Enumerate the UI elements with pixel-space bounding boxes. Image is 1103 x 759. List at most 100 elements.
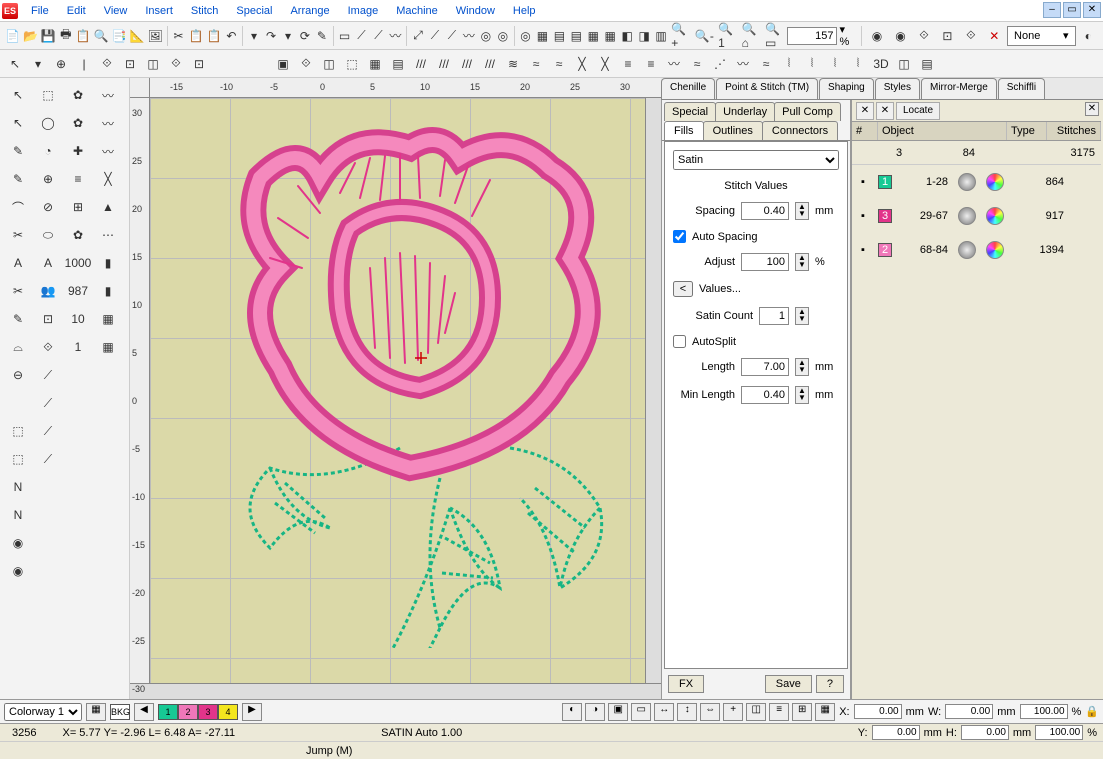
cb-tool-3[interactable]: ▭ <box>631 703 651 721</box>
left-tool-42[interactable] <box>64 362 92 388</box>
left-tool-55[interactable] <box>94 446 122 472</box>
stitch-type-27[interactable]: ◫ <box>893 53 915 75</box>
stitch-type-10[interactable]: ≋ <box>502 53 524 75</box>
tb2-left-8[interactable]: ⊡ <box>188 53 210 75</box>
left-tool-34[interactable]: 10 <box>64 306 92 332</box>
left-tool-6[interactable]: ✿ <box>64 110 92 136</box>
zoom-btn-4[interactable]: 🔍▭ <box>764 25 785 47</box>
stitch-type-7[interactable]: /// <box>433 53 455 75</box>
x-input[interactable] <box>854 704 902 719</box>
obj-tool-1[interactable]: ✕ <box>856 102 874 120</box>
toolbar1-btn-4[interactable]: 📋 <box>75 25 92 47</box>
toolbar1-btn-14[interactable]: ↷ <box>263 25 279 47</box>
colorway-grid-icon[interactable]: ▦ <box>86 703 106 721</box>
left-tool-16[interactable]: ⌒ <box>4 194 32 220</box>
left-tool-22[interactable]: ✿ <box>64 222 92 248</box>
cb-tool-11[interactable]: ▦ <box>815 703 835 721</box>
min-length-input[interactable] <box>741 386 789 404</box>
extra-btn-0[interactable]: ◉ <box>866 25 887 47</box>
cb-tool-6[interactable]: ⇔ <box>700 703 720 721</box>
docker-tab-chenille[interactable]: Chenille <box>661 78 715 99</box>
menu-file[interactable]: File <box>22 2 58 20</box>
prop-tab-pull-comp[interactable]: Pull Comp <box>774 102 841 121</box>
satin-count-spinner[interactable]: ▲▼ <box>795 307 809 325</box>
stitch-type-15[interactable]: ≡ <box>617 53 639 75</box>
left-tool-67[interactable] <box>94 530 122 556</box>
left-tool-46[interactable] <box>64 390 92 416</box>
left-tool-4[interactable]: ↖ <box>4 110 32 136</box>
window-minimize[interactable]: – <box>1043 2 1061 18</box>
left-tool-59[interactable] <box>94 474 122 500</box>
left-tool-24[interactable]: A <box>4 250 32 276</box>
left-tool-10[interactable]: ✚ <box>64 138 92 164</box>
left-tool-23[interactable]: ⋯ <box>94 222 122 248</box>
left-tool-43[interactable] <box>94 362 122 388</box>
toolbar1-btn-32[interactable]: ▦ <box>585 25 601 47</box>
left-tool-3[interactable]: 〰 <box>94 82 122 108</box>
toolbar1-btn-2[interactable]: 💾 <box>40 25 57 47</box>
left-tool-26[interactable]: 1000 <box>64 250 92 276</box>
toolbar1-btn-11[interactable]: 📋 <box>205 25 222 47</box>
spacing-spinner[interactable]: ▲▼ <box>795 202 809 220</box>
toolbar1-btn-16[interactable]: ⟳ <box>297 25 313 47</box>
toolbar1-btn-17[interactable]: ✎ <box>314 25 330 47</box>
toolbar1-btn-24[interactable]: ⟋ <box>444 25 460 47</box>
left-tool-31[interactable]: ▮ <box>94 278 122 304</box>
color-swatch-4[interactable]: 4 <box>218 704 238 720</box>
color-swatch-1[interactable]: 1 <box>158 704 178 720</box>
zoom-btn-2[interactable]: 🔍1 <box>717 25 738 47</box>
help-button[interactable]: ? <box>816 675 844 693</box>
left-tool-71[interactable] <box>94 558 122 584</box>
toolbar1-btn-19[interactable]: ⟋ <box>354 25 370 47</box>
stitch-type-26[interactable]: 3D <box>870 53 892 75</box>
stitch-type-22[interactable]: ⦚ <box>778 53 800 75</box>
nav-right[interactable]: ▶ <box>242 703 262 721</box>
cb-tool-2[interactable]: ▣ <box>608 703 628 721</box>
cb-tool-10[interactable]: ⊞ <box>792 703 812 721</box>
prop-tab-underlay[interactable]: Underlay <box>715 102 775 121</box>
toolbar1-btn-22[interactable]: ⤢ <box>410 25 426 47</box>
stitch-type-14[interactable]: ╳ <box>594 53 616 75</box>
left-tool-29[interactable]: 👥 <box>34 278 62 304</box>
auto-spacing-checkbox[interactable] <box>673 230 686 243</box>
docker-tab-shaping[interactable]: Shaping <box>819 78 874 99</box>
left-tool-66[interactable] <box>64 530 92 556</box>
stitch-type-0[interactable]: ▣ <box>272 53 294 75</box>
toolbar1-btn-12[interactable]: ↶ <box>223 25 239 47</box>
satin-count-input[interactable] <box>759 307 789 325</box>
left-tool-68[interactable]: ◉ <box>4 558 32 584</box>
toolbar1-btn-5[interactable]: 🔍 <box>93 25 110 47</box>
stitch-type-12[interactable]: ≈ <box>548 53 570 75</box>
left-tool-25[interactable]: A <box>34 250 62 276</box>
left-tool-65[interactable] <box>34 530 62 556</box>
window-restore[interactable]: ▭ <box>1063 2 1081 18</box>
zoom-input[interactable] <box>787 27 837 45</box>
left-tool-1[interactable]: ⬚ <box>34 82 62 108</box>
stitch-type-18[interactable]: ≈ <box>686 53 708 75</box>
menu-machine[interactable]: Machine <box>387 2 447 20</box>
obj-tool-2[interactable]: ✕ <box>876 102 894 120</box>
left-tool-14[interactable]: ≡ <box>64 166 92 192</box>
left-tool-47[interactable] <box>94 390 122 416</box>
stitch-type-2[interactable]: ◫ <box>318 53 340 75</box>
left-tool-21[interactable]: ⬭ <box>34 222 62 248</box>
prop-tab-special[interactable]: Special <box>664 102 716 121</box>
docker-tab-mirror-merge[interactable]: Mirror-Merge <box>921 78 997 99</box>
left-tool-36[interactable]: ⌓ <box>4 334 32 360</box>
save-button[interactable]: Save <box>765 675 812 693</box>
cb-tool-1[interactable]: ◑ <box>585 703 605 721</box>
left-tool-44[interactable] <box>4 390 32 416</box>
thread-select[interactable]: None▾ <box>1007 26 1075 46</box>
left-tool-0[interactable]: ↖ <box>4 82 32 108</box>
left-tool-2[interactable]: ✿ <box>64 82 92 108</box>
length-spinner[interactable]: ▲▼ <box>795 358 809 376</box>
menu-edit[interactable]: Edit <box>58 2 95 20</box>
menu-insert[interactable]: Insert <box>136 2 182 20</box>
left-tool-17[interactable]: ⊘ <box>34 194 62 220</box>
left-tool-57[interactable] <box>34 474 62 500</box>
cb-tool-4[interactable]: ↔ <box>654 703 674 721</box>
left-tool-5[interactable]: ◯ <box>34 110 62 136</box>
autosplit-checkbox[interactable] <box>673 335 686 348</box>
object-row[interactable]: ▪268-841394 <box>852 233 1101 267</box>
prop-subtab-fills[interactable]: Fills <box>664 121 704 140</box>
